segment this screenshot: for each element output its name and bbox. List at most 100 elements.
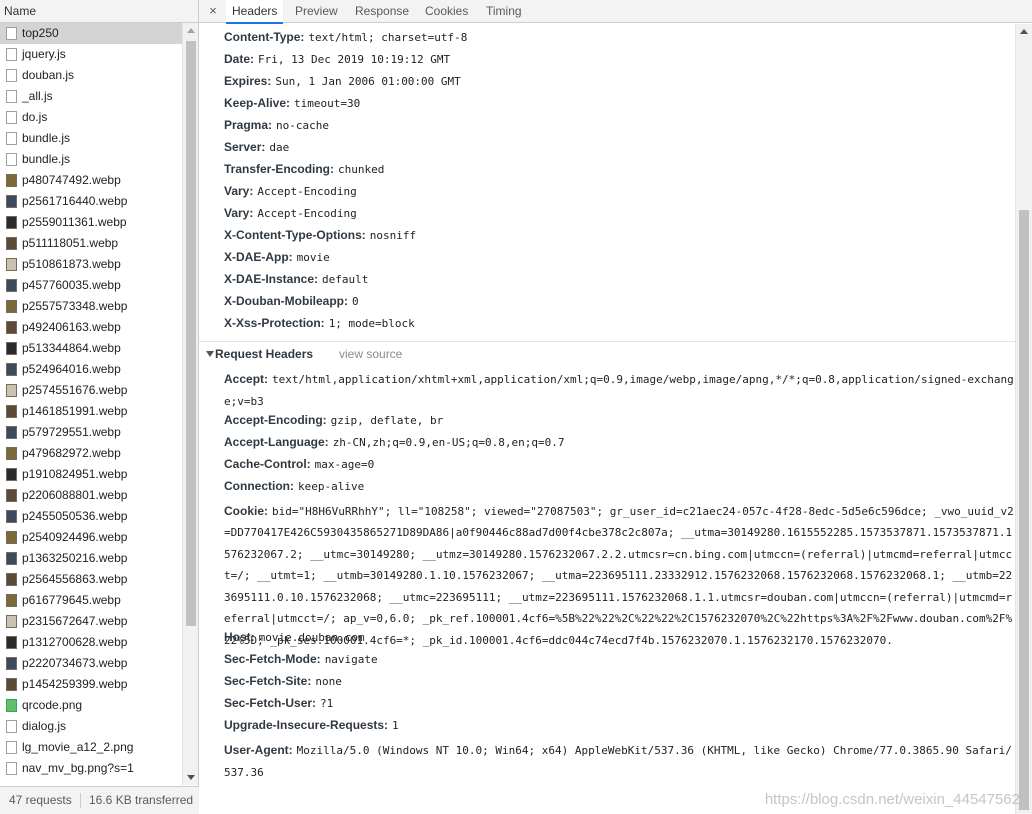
response-header-row: Server: dae: [224, 140, 289, 154]
request-name: p2561716440.webp: [22, 194, 128, 208]
request-header-row: Upgrade-Insecure-Requests: 1: [224, 718, 399, 732]
response-header-row: Vary: Accept-Encoding: [224, 184, 357, 198]
image-thumbnail-icon: [6, 426, 17, 439]
collapse-triangle-icon[interactable]: [206, 351, 214, 357]
request-name: dialog.js: [22, 719, 67, 733]
header-key: Upgrade-Insecure-Requests:: [224, 718, 389, 732]
request-row[interactable]: p1454259399.webp: [0, 674, 182, 695]
request-row[interactable]: dialog.js: [0, 716, 182, 737]
request-name: p1312700628.webp: [22, 635, 128, 649]
tab-preview[interactable]: Preview: [292, 0, 341, 23]
request-row[interactable]: p1910824951.webp: [0, 464, 182, 485]
request-row[interactable]: p2220734673.webp: [0, 653, 182, 674]
response-header-row: X-DAE-App: movie: [224, 250, 330, 264]
request-row[interactable]: p616779645.webp: [0, 590, 182, 611]
request-row[interactable]: lg_movie_a12_2.png: [0, 737, 182, 758]
request-name: _all.js: [22, 89, 53, 103]
request-row[interactable]: p479682972.webp: [0, 443, 182, 464]
request-row[interactable]: p2540924496.webp: [0, 527, 182, 548]
request-row[interactable]: qrcode.png: [0, 695, 182, 716]
header-value: Fri, 13 Dec 2019 10:19:12 GMT: [258, 53, 451, 66]
scrollbar-thumb[interactable]: [186, 41, 196, 626]
request-name: p510861873.webp: [22, 257, 121, 271]
request-row[interactable]: p2455050536.webp: [0, 506, 182, 527]
request-row[interactable]: bundle.js: [0, 149, 182, 170]
request-row[interactable]: douban.js: [0, 65, 182, 86]
request-row[interactable]: p1363250216.webp: [0, 548, 182, 569]
header-value: Accept-Encoding: [257, 185, 357, 198]
request-row[interactable]: top250: [0, 23, 182, 44]
tab-response[interactable]: Response: [352, 0, 412, 23]
request-name: p2315672647.webp: [22, 614, 128, 628]
header-value: movie.douban.com: [258, 631, 365, 644]
header-value: none: [315, 675, 342, 688]
request-row[interactable]: p2557573348.webp: [0, 296, 182, 317]
header-key: Server:: [224, 140, 266, 154]
request-row[interactable]: p2315672647.webp: [0, 611, 182, 632]
request-row[interactable]: p524964016.webp: [0, 359, 182, 380]
response-header-row: Pragma: no-cache: [224, 118, 329, 132]
scrollbar-thumb[interactable]: [1019, 210, 1029, 810]
request-header-row: User-Agent: Mozilla/5.0 (Windows NT 10.0;…: [224, 740, 1014, 783]
scroll-up-arrow-icon[interactable]: [1020, 29, 1028, 34]
request-row[interactable]: p1312700628.webp: [0, 632, 182, 653]
request-name: p2559011361.webp: [22, 215, 127, 229]
request-row[interactable]: nav_mv_bg.png?s=1: [0, 758, 182, 779]
request-row[interactable]: p457760035.webp: [0, 275, 182, 296]
request-row[interactable]: p579729551.webp: [0, 422, 182, 443]
status-divider: [80, 793, 81, 808]
request-list-scrollbar[interactable]: [182, 23, 198, 785]
request-row[interactable]: p511118051.webp: [0, 233, 182, 254]
response-header-row: X-Xss-Protection: 1; mode=block: [224, 316, 415, 330]
tab-headers[interactable]: Headers: [226, 0, 284, 24]
response-header-row: X-Content-Type-Options: nosniff: [224, 228, 416, 242]
tab-cookies[interactable]: Cookies: [422, 0, 471, 23]
name-column-header[interactable]: Name: [0, 0, 198, 23]
request-header-row: Accept: text/html,application/xhtml+xml,a…: [224, 369, 1014, 412]
request-name: p479682972.webp: [22, 446, 121, 460]
request-name: p2220734673.webp: [22, 656, 128, 670]
header-key: Expires:: [224, 74, 272, 88]
header-value: 1: [392, 719, 399, 732]
request-headers-section-header[interactable]: Request Headers view source: [199, 341, 1015, 367]
header-key: Accept-Encoding:: [224, 412, 327, 427]
header-key: Cookie:: [224, 503, 269, 518]
request-row[interactable]: bundle.js: [0, 128, 182, 149]
request-headers-title: Request Headers: [215, 347, 314, 361]
image-thumbnail-icon: [6, 342, 17, 355]
scroll-down-arrow-icon[interactable]: [187, 775, 195, 780]
close-icon[interactable]: ×: [207, 3, 219, 19]
view-source-link[interactable]: view source: [339, 347, 402, 361]
document-icon: [6, 27, 17, 40]
request-row[interactable]: p1461851991.webp: [0, 401, 182, 422]
request-row[interactable]: jquery.js: [0, 44, 182, 65]
image-thumbnail-icon: [6, 384, 17, 397]
scroll-up-arrow-icon[interactable]: [187, 28, 195, 33]
request-name: qrcode.png: [22, 698, 83, 712]
tab-timing[interactable]: Timing: [483, 0, 525, 23]
request-row[interactable]: do.js: [0, 107, 182, 128]
image-thumbnail-icon: [6, 405, 17, 418]
request-row[interactable]: _all.js: [0, 86, 182, 107]
request-row[interactable]: p513344864.webp: [0, 338, 182, 359]
request-name: p2574551676.webp: [22, 383, 128, 397]
request-header-row: Sec-Fetch-User: ?1: [224, 696, 333, 710]
request-row[interactable]: p2206088801.webp: [0, 485, 182, 506]
request-list-panel: Name top250 jquery.js douban.js _all.js do.j…: [0, 0, 199, 814]
request-row[interactable]: p480747492.webp: [0, 170, 182, 191]
request-row[interactable]: p492406163.webp: [0, 317, 182, 338]
image-thumbnail-icon: [6, 510, 17, 523]
response-header-row: Keep-Alive: timeout=30: [224, 96, 360, 110]
request-row[interactable]: p2574551676.webp: [0, 380, 182, 401]
request-row[interactable]: p510861873.webp: [0, 254, 182, 275]
request-name: p2557573348.webp: [22, 299, 128, 313]
header-value: ?1: [320, 697, 334, 710]
request-header-row: Accept-Encoding: gzip, deflate, br: [224, 413, 443, 427]
document-icon: [6, 741, 17, 754]
details-scrollbar[interactable]: [1015, 24, 1032, 814]
request-row[interactable]: p2561716440.webp: [0, 191, 182, 212]
request-row[interactable]: p2559011361.webp: [0, 212, 182, 233]
document-icon: [6, 762, 17, 775]
header-value: 0: [351, 295, 359, 308]
request-row[interactable]: p2564556863.webp: [0, 569, 182, 590]
